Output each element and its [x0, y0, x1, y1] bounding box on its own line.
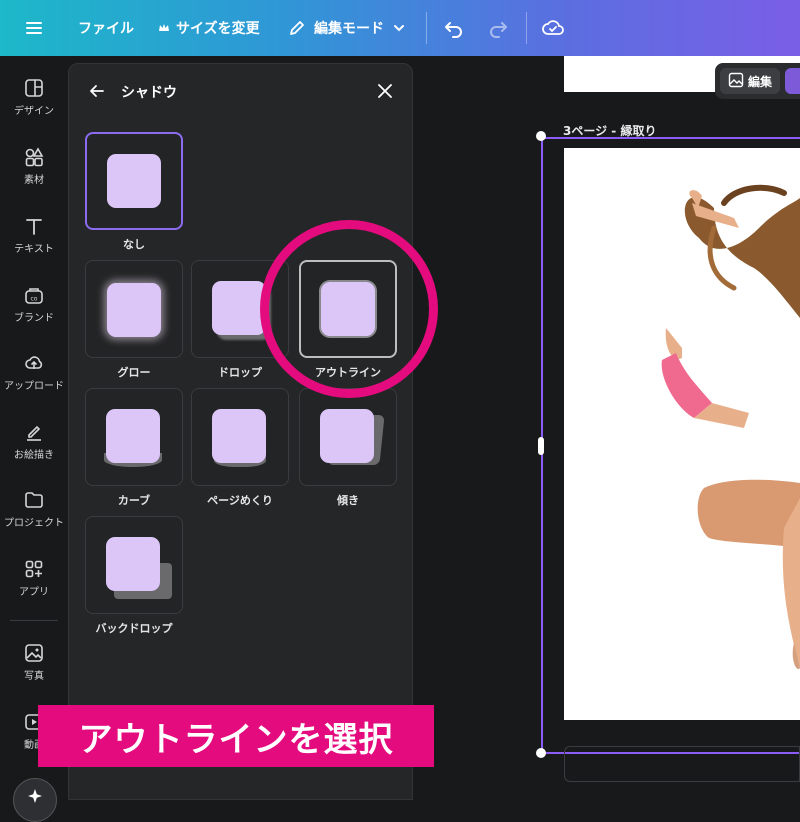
shadow-panel: シャドウ なし グロー ドロップ アウトライン カーブ ページめくり 傾き バッ… — [68, 63, 413, 800]
shadow-option-label: なし — [123, 238, 145, 251]
upload-icon — [0, 353, 68, 373]
text-icon — [0, 216, 68, 236]
rail-item-label: 写真 — [24, 671, 44, 682]
shadow-preview — [212, 281, 266, 335]
rail-item-label: テキスト — [14, 244, 54, 255]
resize-button[interactable]: サイズを変更 — [158, 0, 260, 56]
panel-header: シャドウ — [69, 64, 414, 118]
divider — [526, 12, 527, 44]
magic-button[interactable] — [13, 778, 57, 822]
sparkle-icon — [25, 787, 45, 811]
shadow-option-label: カーブ — [117, 494, 151, 507]
redo-icon — [487, 17, 509, 39]
design-icon — [0, 78, 68, 98]
folder-icon — [0, 490, 68, 510]
elements-icon — [0, 147, 68, 167]
cloud-save-button[interactable] — [541, 0, 565, 56]
shadow-option-label: ドロップ — [218, 366, 262, 379]
magic-edit-button[interactable] — [785, 68, 800, 94]
selection-frame[interactable] — [541, 137, 800, 754]
rail-item-apps[interactable]: アプリ — [0, 559, 68, 598]
draw-icon — [0, 422, 68, 442]
rail-item-elements[interactable]: 素材 — [0, 147, 68, 186]
rail-item-photos[interactable]: 写真 — [0, 643, 68, 682]
shadow-preview — [320, 409, 374, 463]
shadow-preview — [106, 537, 160, 591]
top-bar: ファイル サイズを変更 編集モード — [0, 0, 800, 56]
undo-icon — [443, 17, 465, 39]
resize-handle-left[interactable] — [538, 437, 544, 455]
rail-item-label: アップロード — [4, 381, 64, 392]
rail-item-upload[interactable]: アップロード — [0, 353, 68, 392]
shadow-option-glow[interactable] — [85, 260, 183, 358]
rail-item-projects[interactable]: プロジェクト — [0, 490, 68, 529]
pencil-icon — [288, 19, 306, 37]
shadow-preview — [106, 409, 160, 463]
crown-icon — [158, 22, 170, 34]
image-edit-icon — [728, 72, 744, 91]
shadow-option-none[interactable] — [85, 132, 183, 230]
shadow-option-angled[interactable] — [299, 388, 397, 486]
rail-item-label: お絵描き — [14, 450, 54, 461]
photo-icon — [0, 643, 68, 663]
shadow-option-page-lift[interactable] — [191, 388, 289, 486]
shadow-option-backdrop[interactable] — [85, 516, 183, 614]
floating-toolbar: 編集 — [715, 63, 800, 99]
rail-divider — [10, 620, 58, 621]
rail-item-label: デザイン — [14, 106, 54, 117]
highlight-ring — [260, 220, 438, 398]
back-arrow-icon[interactable] — [87, 81, 107, 105]
rail-item-design[interactable]: デザイン — [0, 78, 68, 117]
rail-item-brand[interactable]: co ブランド — [0, 285, 68, 324]
svg-text:co: co — [31, 296, 38, 303]
file-menu-button[interactable]: ファイル — [78, 0, 134, 56]
cloud-check-icon — [541, 17, 565, 39]
undo-button[interactable] — [443, 0, 465, 56]
divider — [426, 12, 427, 44]
rail-item-text[interactable]: テキスト — [0, 216, 68, 255]
instruction-callout: アウトラインを選択 — [38, 705, 434, 767]
resize-label: サイズを変更 — [176, 21, 260, 37]
shadow-option-label: グロー — [117, 366, 151, 379]
shadow-preview — [107, 154, 161, 208]
rail-item-label: 素材 — [24, 175, 44, 186]
resize-handle-top-left[interactable] — [536, 131, 546, 141]
redo-button[interactable] — [487, 0, 509, 56]
brand-icon: co — [0, 285, 68, 305]
notes-field[interactable] — [564, 746, 800, 782]
shadow-preview — [107, 283, 161, 337]
shadow-option-label: バックドロップ — [95, 622, 173, 635]
shadow-preview — [212, 409, 266, 463]
rail-item-label: プロジェクト — [4, 518, 64, 529]
menu-icon[interactable] — [24, 0, 44, 56]
left-rail: デザイン 素材 テキスト co ブランド アップロード お絵描き プロジェクト — [0, 56, 68, 822]
rail-item-label: ブランド — [14, 313, 54, 324]
shadow-option-curve[interactable] — [85, 388, 183, 486]
edit-image-button[interactable]: 編集 — [720, 68, 780, 94]
edit-mode-dropdown[interactable]: 編集モード — [288, 0, 406, 56]
shadow-option-label: 傾き — [337, 494, 359, 507]
chevron-down-icon — [392, 21, 406, 35]
edit-mode-label: 編集モード — [314, 21, 384, 37]
edit-button-label: 編集 — [747, 74, 772, 89]
resize-handle-bottom-left[interactable] — [536, 748, 546, 758]
file-menu-label: ファイル — [78, 21, 134, 37]
panel-title: シャドウ — [121, 85, 177, 101]
apps-icon — [0, 559, 68, 579]
close-icon[interactable] — [375, 81, 395, 105]
shadow-option-label: ページめくり — [207, 494, 273, 507]
rail-item-draw[interactable]: お絵描き — [0, 422, 68, 461]
rail-item-label: アプリ — [19, 587, 49, 598]
